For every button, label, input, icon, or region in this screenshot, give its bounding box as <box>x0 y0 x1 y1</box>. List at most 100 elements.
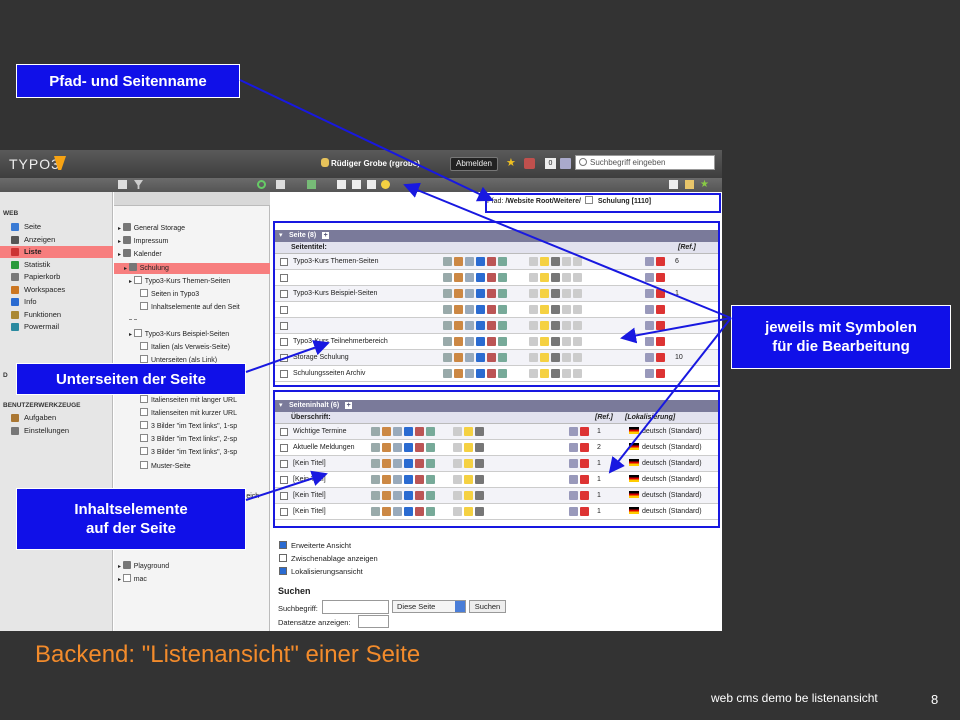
module-powermail[interactable]: Powermail <box>0 321 113 333</box>
page-icon <box>140 421 148 429</box>
module-label: Papierkorb <box>24 272 61 281</box>
module-group-d[interactable]: D <box>3 372 8 379</box>
tree-node[interactable]: Inhaltselemente auf den Seit <box>140 302 240 313</box>
search-heading: Suchen <box>278 586 311 596</box>
module-group-web[interactable]: WEB <box>3 210 18 217</box>
new-record-icon[interactable] <box>337 180 346 189</box>
checkbox-checked-icon[interactable] <box>279 567 287 575</box>
option-clipboard[interactable]: Zwischenablage anzeigen <box>279 553 378 565</box>
option-extended-view[interactable]: Erweiterte Ansicht <box>279 540 351 552</box>
module-icon[interactable] <box>307 180 316 189</box>
sep-icon <box>129 319 137 323</box>
tree-node[interactable] <box>129 315 140 326</box>
module-funktionen[interactable]: Funktionen <box>0 309 113 321</box>
module-aufgaben[interactable]: Aufgaben <box>0 412 113 424</box>
tree-node[interactable]: ▸ Impressum <box>118 236 168 247</box>
page-icon <box>140 341 148 350</box>
records-input[interactable] <box>358 615 389 628</box>
logout-button[interactable]: Abmelden <box>450 157 498 171</box>
new-content-icon[interactable] <box>367 180 376 189</box>
tree-node-label: Italien (als Verweis-Seite) <box>151 343 230 351</box>
option-localization[interactable]: Lokalisierungsansicht <box>279 566 363 578</box>
tree-node-label: Inhaltselemente auf den Seit <box>151 304 240 312</box>
tree-node-label: Muster-Seite <box>151 462 191 470</box>
tree-node[interactable]: ▸ Kalender <box>118 249 162 260</box>
tree-node-label: 3 Bilder "im Text links", 3-sp <box>151 449 238 457</box>
tree-node-label: Schulung <box>139 264 169 272</box>
module-liste-icon <box>11 248 19 256</box>
edit-page-icon[interactable] <box>352 180 361 189</box>
module-info[interactable]: Info <box>0 296 113 308</box>
module-statistik[interactable]: Statistik <box>0 259 113 271</box>
cache-icon[interactable] <box>524 158 535 169</box>
tree-node[interactable]: ▸ Playground <box>118 561 169 572</box>
workspace-counter[interactable]: 0 <box>545 158 556 169</box>
folder-icon <box>122 223 131 231</box>
tree-node[interactable]: ▸ mac <box>118 574 147 585</box>
module-einstellungen[interactable]: Einstellungen <box>0 425 113 437</box>
select-arrow-icon <box>455 601 465 612</box>
module-anzeigen[interactable]: Anzeigen <box>0 234 113 246</box>
expand-toggle-icon[interactable]: ▸ <box>118 239 123 245</box>
module-label: Anzeigen <box>24 234 56 244</box>
module-label: Powermail <box>24 322 60 331</box>
view-icon[interactable] <box>276 180 285 189</box>
module-label: Statistik <box>24 259 51 269</box>
bookmark-star-icon[interactable]: ★ <box>506 158 517 169</box>
checkbox-icon[interactable] <box>279 554 287 562</box>
module-seite[interactable]: Seite <box>0 221 113 233</box>
tree-node[interactable]: ▸ Typo3-Kurs Themen-Seiten <box>129 275 231 287</box>
tree-node[interactable]: 3 Bilder "im Text links", 1-sp <box>140 421 237 432</box>
search-button[interactable]: Suchen <box>469 600 506 613</box>
module-info-icon <box>11 298 19 306</box>
slide-title: Backend: "Listenansicht" einer Seite <box>35 641 421 668</box>
search-input[interactable]: Suchbegriff eingeben <box>575 155 715 170</box>
option-label: Erweiterte Ansicht <box>291 541 352 550</box>
module-menu: WEB Seite Anzeigen Liste Statistik Papierkor… <box>0 192 113 631</box>
typo3-logo[interactable]: TYPO3 <box>9 156 60 172</box>
tree-node-label: General Storage <box>133 225 186 232</box>
callout-subpages: Unterseiten der Seite <box>16 363 246 395</box>
doc-icon[interactable] <box>669 180 678 189</box>
edit-icon[interactable] <box>560 158 571 169</box>
callout-symbols: jeweils mit Symbolen für die Bearbeitung <box>731 305 951 369</box>
tree-node[interactable]: 3 Bilder "im Text links", 2-sp <box>140 434 237 445</box>
module-label: Aufgaben <box>24 413 57 422</box>
shortcut-icon[interactable] <box>685 180 694 189</box>
page-icon <box>140 302 148 311</box>
module-papierkorb[interactable]: Papierkorb <box>0 271 113 283</box>
expand-toggle-icon[interactable]: ▸ <box>118 226 123 232</box>
search-term-input[interactable] <box>322 600 389 614</box>
expand-toggle-icon[interactable]: ▸ <box>124 266 129 272</box>
tree-node-label: Playground <box>133 563 170 570</box>
checkbox-checked-icon[interactable] <box>279 541 287 549</box>
tree-node[interactable]: Seiten in Typo3 <box>140 289 199 300</box>
tree-node[interactable]: ▸ General Storage <box>118 223 185 234</box>
doc-header: ★ <box>0 178 722 192</box>
tree-node[interactable]: Italienseiten mit langer URL <box>140 394 237 406</box>
tree-node[interactable]: Muster-Seite <box>140 460 191 472</box>
tree-node[interactable]: ▸ Schulung <box>114 262 270 274</box>
new-page-icon[interactable] <box>118 180 127 189</box>
user-name[interactable]: Rüdiger Grobe (rgrobe) <box>331 159 420 168</box>
module-liste[interactable]: Liste <box>0 246 113 258</box>
page-icon <box>140 447 148 456</box>
hint-bulb-icon[interactable] <box>381 180 390 189</box>
tree-node[interactable]: ▸ Typo3-Kurs Beispiel-Seiten <box>129 328 229 340</box>
bookmark-icon[interactable]: ★ <box>700 180 709 190</box>
user-icon <box>321 158 329 167</box>
search-scope-select[interactable]: Diese Seite <box>392 600 466 613</box>
folder-icon <box>122 561 131 569</box>
module-group-user-tools[interactable]: BENUTZERWERKZEUGE <box>3 402 81 409</box>
tree-node-label: Typo3-Kurs Themen-Seiten <box>144 277 231 285</box>
tree-node-label: Seiten in Typo3 <box>151 291 200 298</box>
path-highlight-box <box>485 193 721 213</box>
expand-toggle-icon[interactable]: ▸ <box>118 564 123 570</box>
module-workspaces[interactable]: Workspaces <box>0 284 113 296</box>
tree-node[interactable]: Italienseiten mit kurzer URL <box>140 407 237 419</box>
filter-icon[interactable] <box>134 180 143 189</box>
refresh-icon[interactable] <box>257 180 266 189</box>
expand-toggle-icon[interactable]: ▸ <box>118 252 123 258</box>
tree-node[interactable]: 3 Bilder "im Text links", 3-sp <box>140 447 237 458</box>
tree-node[interactable]: Italien (als Verweis-Seite) <box>140 341 230 353</box>
